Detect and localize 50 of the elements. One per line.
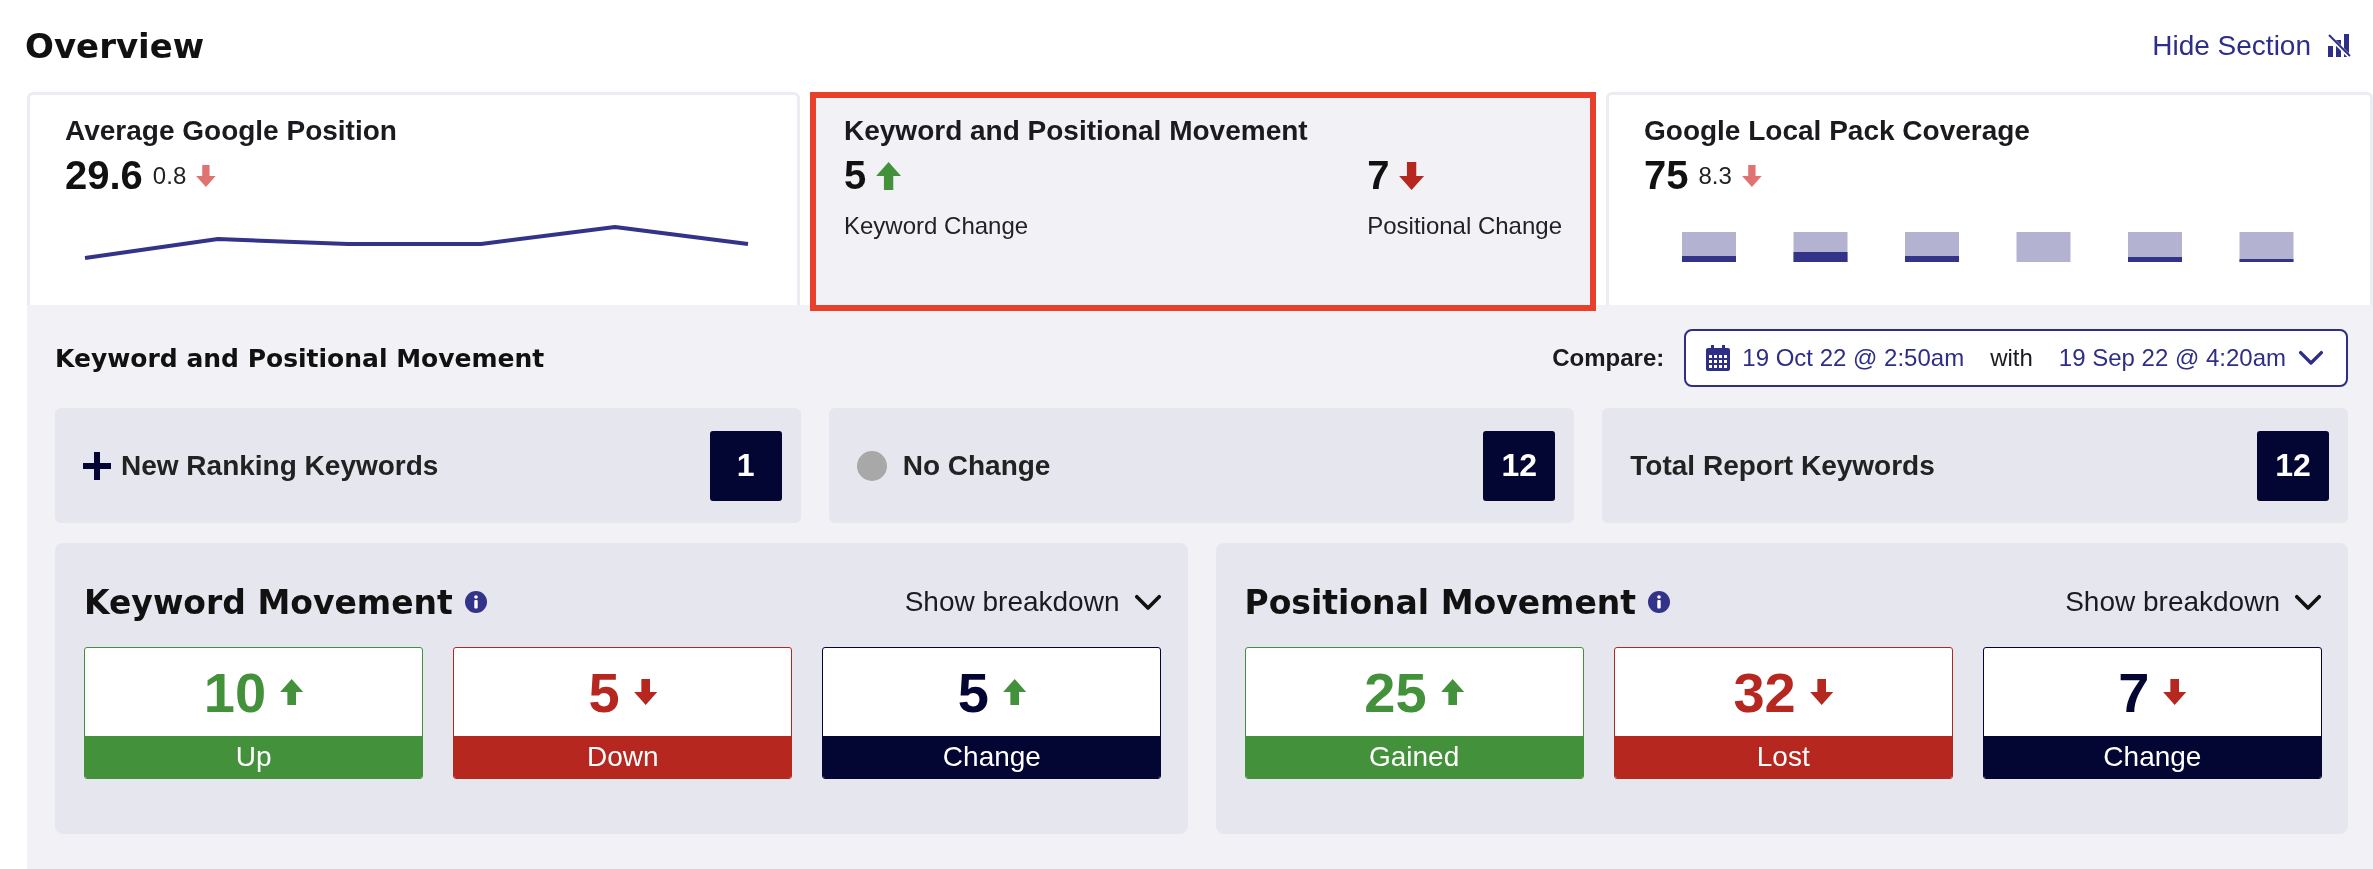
tile-value: 10 [203, 659, 267, 725]
delta-value: 8.3 [1698, 161, 1732, 190]
info-icon [1648, 591, 1671, 613]
show-breakdown-toggle[interactable]: Show breakdown [2065, 586, 2322, 618]
card-title: Keyword and Positional Movement [844, 115, 1309, 147]
show-breakdown-toggle[interactable]: Show breakdown [904, 586, 1162, 618]
hide-section-link[interactable]: Hide Section [2152, 30, 2351, 62]
no-change-dot-icon [856, 450, 887, 481]
stat-label: No Change [902, 449, 1052, 482]
delta-value: 0.8 [152, 161, 187, 190]
tile-value: 5 [957, 659, 989, 725]
stat-count: 1 [709, 430, 782, 501]
tile-value: 5 [588, 659, 620, 725]
date-range-picker[interactable]: 19 Oct 22 @ 2:50am with 19 Sep 22 @ 4:20am [1684, 329, 2348, 387]
section-title: Keyword and Positional Movement [55, 343, 545, 373]
panel-title: Keyword Movement [84, 582, 453, 622]
chevron-down-icon [1133, 593, 1162, 611]
stat-label: Total Report Keywords [1630, 449, 1936, 482]
metric-value: 75 [1644, 153, 1689, 198]
summary-card[interactable]: Average Google Position 29.6 0.8 [27, 92, 800, 305]
stat-count: 12 [2257, 430, 2329, 501]
chevron-down-icon [2294, 593, 2322, 611]
metric-label: Keyword Change [844, 212, 1029, 240]
tile-label: Up [85, 736, 423, 778]
hide-chart-icon [2327, 34, 2351, 58]
tile-value: 25 [1364, 659, 1427, 725]
stat-count: 12 [1483, 430, 1556, 501]
panel-title: Positional Movement [1244, 582, 1637, 622]
compare-label: Compare: [1552, 344, 1665, 372]
metric-value: 5 [844, 153, 867, 198]
chevron-down-icon [2298, 350, 2324, 366]
page-title: Overview [25, 26, 205, 66]
card-title: Google Local Pack Coverage [1644, 115, 2031, 147]
summary-card[interactable]: Google Local Pack Coverage 75 8.3 [1606, 92, 2373, 305]
tile-label: Change [1983, 736, 2321, 778]
stat-label: New Ranking Keywords [121, 449, 440, 482]
info-icon [464, 591, 487, 613]
metric-value: 29.6 [65, 153, 143, 198]
plus-icon [83, 451, 111, 480]
tile-label: Down [454, 736, 792, 778]
metric-label: Positional Change [1367, 212, 1562, 240]
metric-value: 7 [1367, 153, 1390, 198]
tile-label: Change [823, 736, 1161, 778]
tile-label: Gained [1245, 736, 1583, 778]
card-title: Average Google Position [65, 115, 398, 147]
tile-label: Lost [1614, 736, 1952, 778]
calendar-icon [1706, 345, 1731, 371]
tile-value: 7 [2118, 659, 2150, 725]
tile-value: 32 [1733, 659, 1796, 725]
summary-card[interactable]: Keyword and Positional Movement 5 Keyword Change 7 Positional Change [810, 92, 1596, 311]
